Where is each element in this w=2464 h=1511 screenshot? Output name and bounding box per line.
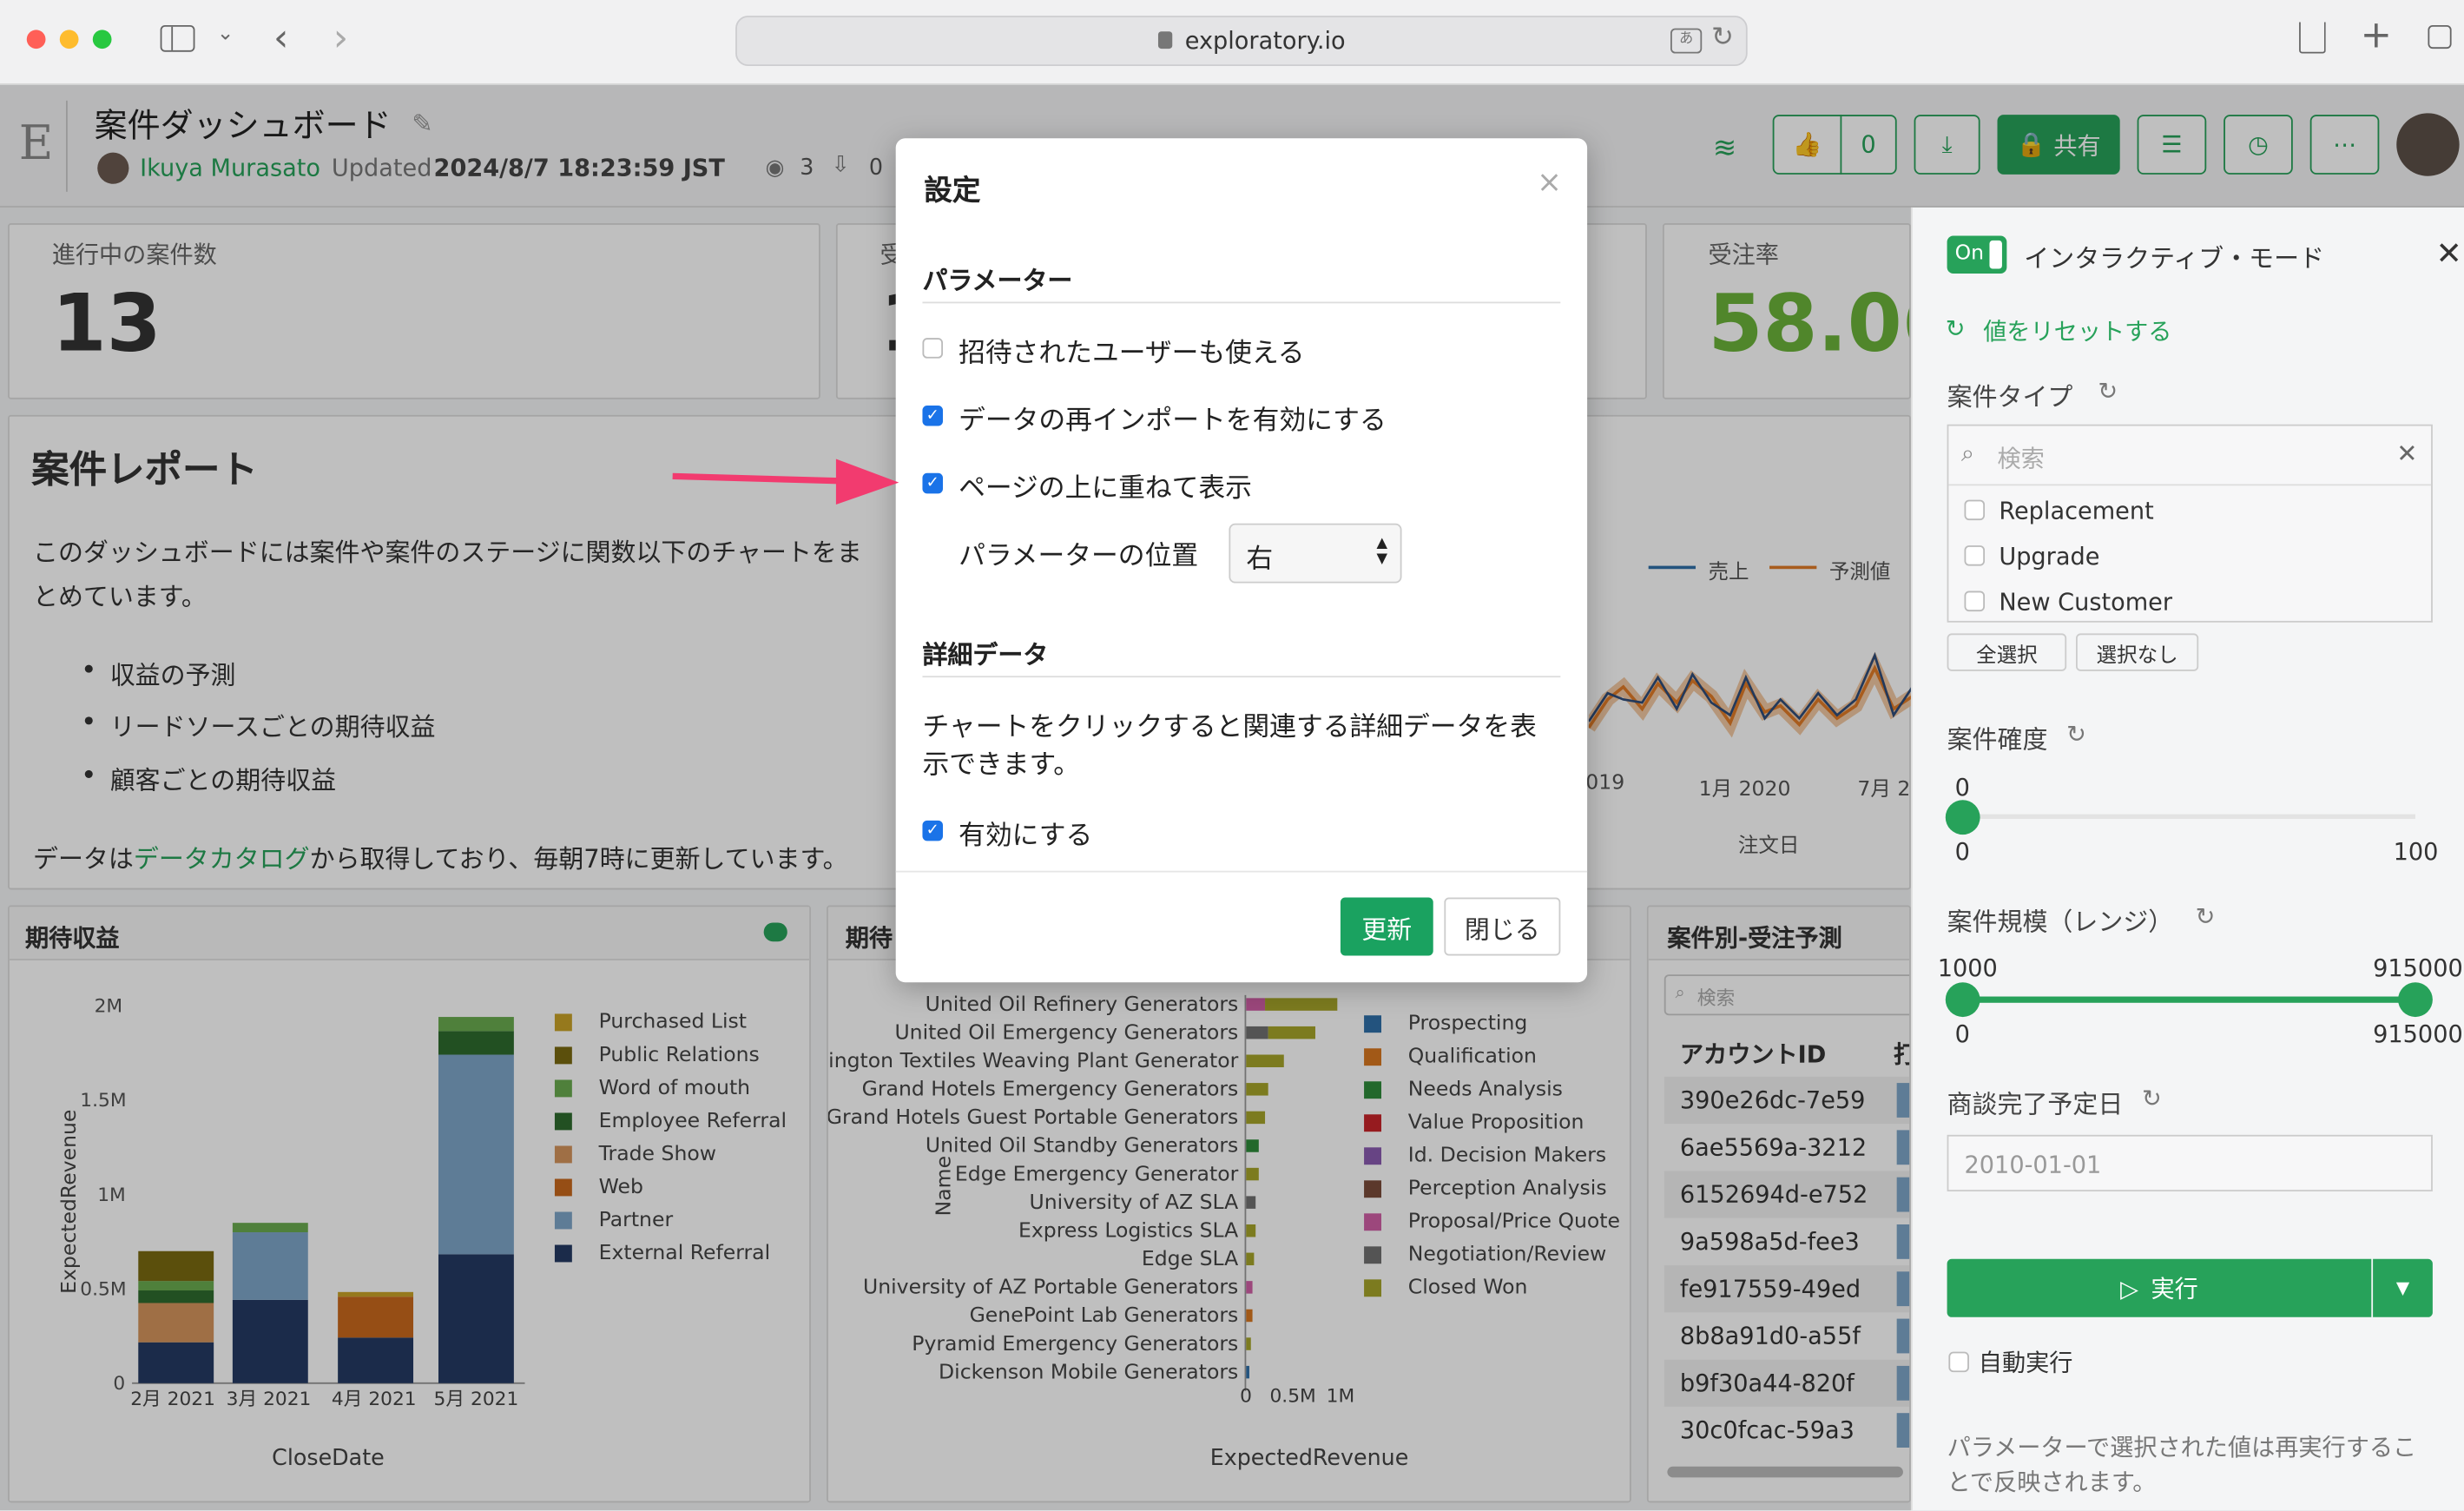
- range-min: 0: [1954, 1019, 1970, 1049]
- slider-value: 0: [1954, 773, 1970, 802]
- translate-icon[interactable]: あ: [1670, 28, 1703, 54]
- checkbox-label: ページの上に重ねて表示: [959, 472, 1252, 505]
- reset-icon: ↻: [1945, 314, 1966, 343]
- date-value: 2010-01-01: [1964, 1150, 2102, 1179]
- param-label: 案件規模（レンジ）: [1947, 907, 2174, 937]
- close-icon[interactable]: ×: [1537, 165, 1562, 200]
- type-option[interactable]: Upgrade: [1999, 542, 2099, 571]
- checkbox-label: 有効にする: [959, 820, 1093, 853]
- back-icon[interactable]: ‹: [273, 16, 288, 60]
- range-from: 1000: [1937, 953, 1998, 983]
- slider-max: 100: [2393, 837, 2439, 867]
- date-input[interactable]: 2010-01-01: [1947, 1134, 2433, 1191]
- section-title: パラメーター: [922, 265, 1073, 296]
- play-icon: ▷: [2120, 1274, 2138, 1303]
- close-window-button[interactable]: [26, 30, 46, 49]
- position-value: 右: [1246, 544, 1274, 576]
- checkbox[interactable]: [1964, 545, 1986, 566]
- forward-icon[interactable]: ›: [333, 16, 348, 60]
- checkbox[interactable]: [1964, 499, 1986, 521]
- new-tab-icon[interactable]: +: [2361, 12, 2392, 56]
- mode-label: インタラクティブ・モード: [2024, 243, 2325, 274]
- reset-link[interactable]: 値をリセットする: [1983, 314, 2171, 347]
- zoom-window-button[interactable]: [92, 30, 112, 49]
- checkbox-label: データの再インポートを有効にする: [959, 405, 1387, 438]
- reload-icon[interactable]: ↻: [1711, 22, 1734, 53]
- slider-min: 0: [1954, 837, 1970, 867]
- interactive-toggle[interactable]: On: [1947, 235, 2007, 274]
- overlay-checkbox[interactable]: ✓: [922, 472, 943, 494]
- parameter-panel: On インタラクティブ・モード ✕ ↻ 値をリセットする 案件タイプ ↻ ⌕ 検…: [1910, 207, 2464, 1511]
- lock-icon: [1157, 31, 1173, 49]
- run-button[interactable]: ▷ 実行: [1947, 1258, 2372, 1317]
- probability-slider-track[interactable]: [1962, 814, 2415, 820]
- checkbox-label: 招待されたユーザーも使える: [959, 338, 1305, 370]
- auto-run-checkbox[interactable]: [1948, 1351, 1969, 1373]
- param-label: 商談完了予定日: [1947, 1089, 2124, 1119]
- tabs-overview-icon[interactable]: [2428, 24, 2452, 49]
- close-button[interactable]: 閉じる: [1444, 897, 1561, 956]
- range-handle-from[interactable]: [1945, 982, 1980, 1018]
- reimport-checkbox[interactable]: ✓: [922, 405, 943, 426]
- param-label: 案件確度: [1947, 724, 2048, 755]
- slider-handle[interactable]: [1945, 800, 1980, 835]
- toggle-label: On: [1954, 241, 1985, 266]
- browser-toolbar: ⌄ ‹ › exploratory.io あ ↻ +: [0, 0, 2464, 85]
- minimize-window-button[interactable]: [59, 30, 79, 49]
- update-button[interactable]: 更新: [1340, 897, 1433, 956]
- address-bar[interactable]: exploratory.io あ ↻: [735, 16, 1748, 67]
- run-label: 実行: [2151, 1274, 2198, 1303]
- run-dropdown-button[interactable]: ▼: [2373, 1258, 2433, 1317]
- range-handle-to[interactable]: [2398, 982, 2433, 1018]
- param-label: 案件タイプ: [1947, 381, 2073, 412]
- refresh-icon[interactable]: ↻: [2142, 1085, 2162, 1113]
- settings-dialog: 設定 × パラメーター 招待されたユーザーも使える ✓ データの再インポートを有…: [895, 138, 1588, 983]
- checkbox[interactable]: [1964, 591, 1986, 612]
- close-icon[interactable]: ✕: [2436, 234, 2462, 272]
- url-text: exploratory.io: [1184, 26, 1346, 56]
- search-icon: ⌕: [1960, 438, 1975, 467]
- detail-description-1: チャートをクリックすると関連する詳細データを表: [922, 711, 1537, 744]
- select-arrows-icon: ▲ ▼: [1376, 536, 1388, 568]
- type-option[interactable]: New Customer: [1999, 588, 2172, 617]
- position-label: パラメーターの位置: [959, 540, 1199, 572]
- caret-down-icon: ▼: [2395, 1277, 2410, 1299]
- share-icon[interactable]: [2299, 22, 2326, 54]
- clear-search-icon[interactable]: ✕: [2396, 439, 2417, 468]
- panel-note-1: パラメーターで選択された値は再実行するこ: [1947, 1433, 2417, 1462]
- refresh-icon[interactable]: ↻: [2066, 720, 2086, 749]
- range-max: 915000: [2373, 1019, 2463, 1049]
- chevron-down-icon[interactable]: ⌄: [217, 22, 234, 45]
- auto-run-label: 自動実行: [1978, 1348, 2073, 1377]
- invited-users-checkbox[interactable]: [922, 338, 943, 359]
- select-none-button[interactable]: 選択なし: [2076, 633, 2199, 671]
- type-option[interactable]: Replacement: [1999, 497, 2153, 525]
- size-range-slider-track[interactable]: [1962, 996, 2415, 1003]
- type-search-input[interactable]: 検索: [1998, 442, 2045, 475]
- position-select[interactable]: 右 ▲ ▼: [1229, 523, 1402, 584]
- dialog-title: 設定: [924, 174, 981, 208]
- select-all-button[interactable]: 全選択: [1947, 633, 2067, 671]
- detail-description-2: 示できます。: [922, 749, 1081, 782]
- annotation-arrow-icon: [672, 459, 899, 505]
- section-title: 詳細データ: [922, 639, 1049, 670]
- refresh-icon[interactable]: ↻: [2196, 902, 2216, 931]
- refresh-icon[interactable]: ↻: [2098, 377, 2118, 406]
- panel-note-2: とで反映されます。: [1947, 1468, 2157, 1497]
- sidebar-toggle-icon[interactable]: [160, 24, 195, 52]
- range-to: 915000: [2373, 953, 2463, 983]
- type-list: ⌕ 検索 ✕ Replacement Upgrade New Customer: [1947, 424, 2433, 623]
- enable-detail-checkbox[interactable]: ✓: [922, 820, 943, 841]
